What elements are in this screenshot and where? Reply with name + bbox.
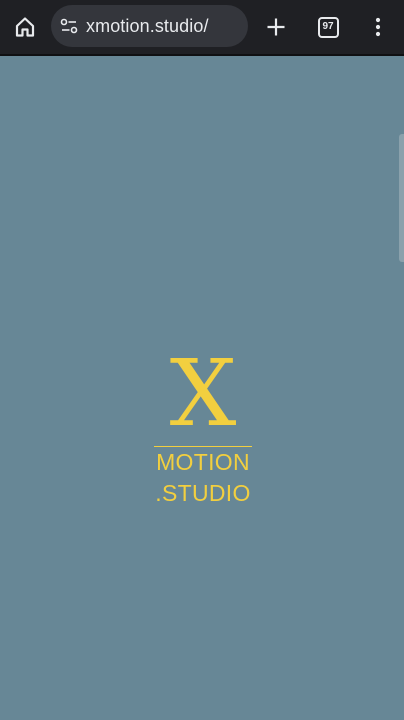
browser-toolbar: xmotion.studio/ 97 xyxy=(0,0,404,56)
home-button[interactable] xyxy=(5,7,45,47)
address-bar[interactable]: xmotion.studio/ xyxy=(51,5,248,47)
new-tab-button[interactable] xyxy=(256,7,296,47)
page-content: X MOTION .STUDIO xyxy=(0,56,404,720)
url-text[interactable]: xmotion.studio/ xyxy=(86,16,209,37)
plus-icon xyxy=(267,18,285,36)
home-icon xyxy=(15,17,35,37)
logo-text-line2: .STUDIO xyxy=(155,480,251,506)
tab-count: 97 xyxy=(322,21,334,32)
more-vert-icon xyxy=(375,17,381,37)
scrollbar-thumb[interactable] xyxy=(399,134,404,262)
tab-switcher-button[interactable]: 97 xyxy=(308,7,348,47)
logo-mark: X xyxy=(169,340,237,447)
tab-switcher-icon: 97 xyxy=(317,16,339,38)
browser-menu-button[interactable] xyxy=(358,7,398,47)
logo-text-line1: MOTION xyxy=(156,449,250,475)
site-logo[interactable]: X MOTION .STUDIO xyxy=(150,344,256,509)
site-info-icon[interactable] xyxy=(58,15,80,37)
